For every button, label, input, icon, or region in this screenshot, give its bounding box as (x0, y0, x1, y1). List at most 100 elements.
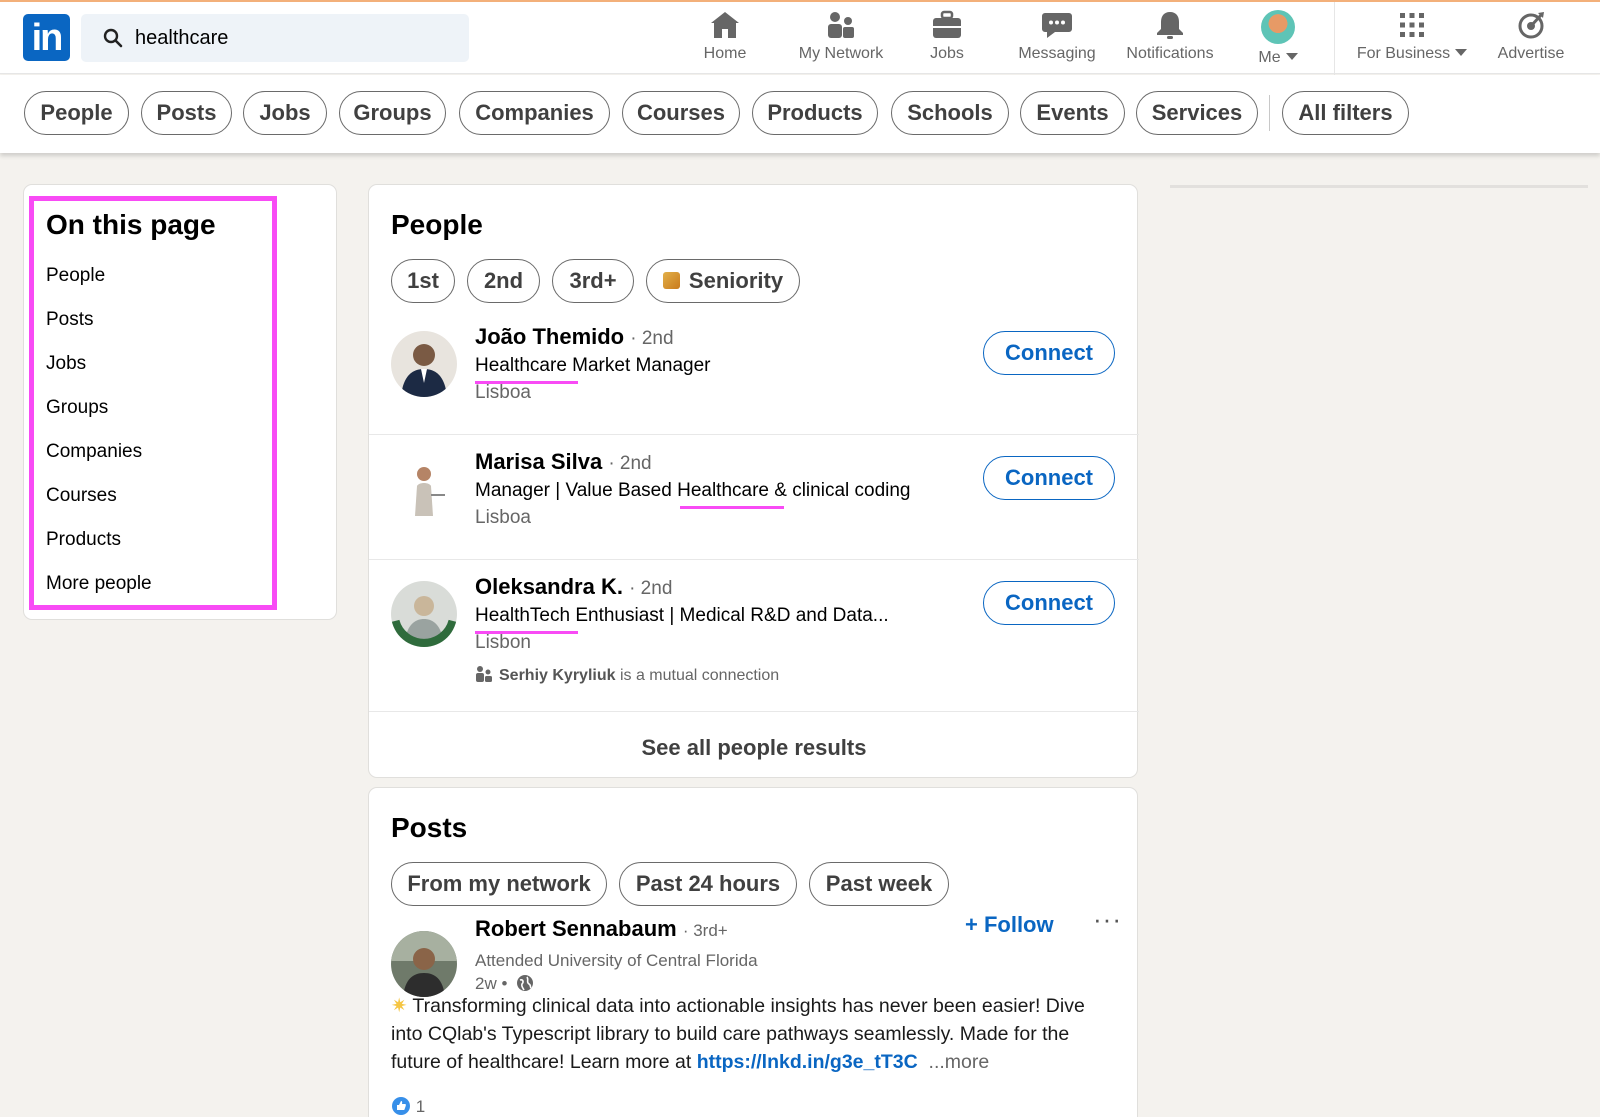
filter-posts[interactable]: Posts (141, 91, 232, 135)
post-meta: 2w • (475, 974, 534, 994)
people-results-card: People 1st 2nd 3rd+ Seniority João Themi… (368, 184, 1139, 778)
nav-messaging[interactable]: Messaging (1012, 10, 1102, 68)
bell-icon (1157, 12, 1183, 39)
person-location: Lisboa (475, 382, 531, 403)
people-filter-seniority[interactable]: Seniority (646, 259, 800, 303)
reactions-count-text: 1 (415, 1097, 426, 1116)
filter-products[interactable]: Products (752, 91, 878, 135)
connection-degree: · 2nd (608, 453, 652, 474)
nav-divider (1334, 2, 1335, 76)
chevron-down-icon (1455, 49, 1468, 56)
chevron-down-icon (1285, 53, 1298, 60)
filter-groups[interactable]: Groups (339, 91, 446, 135)
nav-advertise[interactable]: Advertise (1490, 10, 1572, 68)
connection-degree: · 2nd (630, 328, 674, 349)
filter-people[interactable]: People (24, 91, 129, 135)
post-author[interactable]: Robert Sennabaum · 3rd+ (475, 916, 728, 942)
person-avatar[interactable] (391, 456, 457, 522)
globe-icon (517, 975, 534, 991)
nav-me-label-wrap: Me (1250, 49, 1306, 67)
search-icon (103, 28, 123, 48)
advertise-icon (1518, 12, 1544, 39)
posts-filter-past-24-hours[interactable]: Past 24 hours (619, 862, 797, 906)
nav-my-network[interactable]: My Network (786, 10, 896, 68)
person-name-text: João Themido (475, 324, 625, 349)
connect-button[interactable]: Connect (983, 331, 1115, 375)
see-more-link[interactable]: ...more (929, 1051, 990, 1073)
person-location: Lisboa (475, 507, 531, 528)
mutual-connection-suffix: is a mutual connection (619, 667, 780, 684)
connect-button[interactable]: Connect (983, 581, 1115, 625)
people-filter-3rd[interactable]: 3rd+ (552, 259, 634, 303)
avatar (1261, 10, 1295, 44)
annotation-highlight-box (29, 196, 277, 610)
nav-advertise-label: Advertise (1497, 45, 1565, 62)
person-avatar[interactable] (391, 581, 457, 647)
person-name[interactable]: João Themido · 2nd (475, 324, 674, 350)
post-body: ✷ Transforming clinical data into action… (391, 992, 1117, 1076)
search-filter-bar: People Posts Jobs Groups Companies Cours… (0, 75, 1600, 153)
filter-jobs[interactable]: Jobs (243, 91, 327, 135)
posts-filter-past-week[interactable]: Past week (809, 862, 949, 906)
person-location: Lisbon (475, 632, 531, 653)
filter-all-filters[interactable]: All filters (1282, 91, 1409, 135)
connect-button[interactable]: Connect (983, 456, 1115, 500)
row-divider (369, 434, 1139, 435)
right-rail-placeholder (1170, 185, 1588, 188)
search-input[interactable] (135, 14, 455, 62)
network-icon (828, 12, 854, 38)
nav-jobs[interactable]: Jobs (912, 10, 982, 68)
posts-section-title: Posts (391, 812, 468, 843)
person-avatar[interactable] (391, 331, 457, 397)
sparkle-icon: ✷ (391, 995, 408, 1017)
mutual-connection-name: Serhiy Kyryliuk (499, 667, 616, 684)
post-menu-button[interactable]: ··· (1093, 904, 1122, 935)
nav-me[interactable]: Me (1250, 10, 1306, 68)
nav-for-business-label: For Business (1356, 45, 1451, 62)
person-name[interactable]: Oleksandra K. · 2nd (475, 574, 672, 600)
people-filter-2nd[interactable]: 2nd (467, 259, 540, 303)
post-author-name: Robert Sennabaum (475, 916, 677, 941)
connection-degree: · 3rd+ (682, 921, 728, 940)
post-author-avatar[interactable] (391, 931, 457, 997)
filter-schools[interactable]: Schools (891, 91, 1009, 135)
like-reaction-icon (392, 1097, 410, 1115)
nav-home[interactable]: Home (690, 10, 760, 68)
row-divider (369, 559, 1139, 560)
nav-jobs-label: Jobs (930, 45, 964, 62)
person-headline: HealthTech Enthusiast | Medical R&D and … (475, 605, 889, 626)
linkedin-logo[interactable]: in (23, 14, 70, 61)
people-section-title: People (391, 209, 483, 240)
filter-companies[interactable]: Companies (459, 91, 610, 135)
mutual-connection: Serhiy Kyryliuk is a mutual connection (475, 665, 779, 685)
nav-notifications-label: Notifications (1126, 45, 1214, 62)
follow-button[interactable]: + Follow (965, 912, 1054, 938)
nav-for-business[interactable]: For Business (1352, 10, 1472, 68)
person-result: Marisa Silva · 2nd Manager | Value Based… (369, 449, 1139, 566)
person-name[interactable]: Marisa Silva · 2nd (475, 449, 652, 475)
people-icon (476, 666, 492, 682)
nav-notifications[interactable]: Notifications (1118, 10, 1222, 68)
see-all-people-button[interactable]: See all people results (369, 735, 1139, 761)
post-time: 2w • (475, 974, 508, 993)
nav-messaging-label: Messaging (1018, 45, 1096, 62)
filter-courses[interactable]: Courses (622, 91, 740, 135)
person-name-text: Marisa Silva (475, 449, 603, 474)
seniority-label: Seniority (688, 268, 784, 293)
post-author-subtitle: Attended University of Central Florida (475, 951, 758, 970)
connection-degree: · 2nd (629, 578, 673, 599)
posts-filter-from-my-network[interactable]: From my network (391, 862, 607, 906)
annotation-underline (680, 506, 784, 509)
filter-events[interactable]: Events (1020, 91, 1125, 135)
person-headline: Healthcare Market Manager (475, 355, 711, 376)
filter-divider (1269, 95, 1270, 131)
briefcase-icon (933, 10, 961, 38)
nav-me-label: Me (1258, 49, 1281, 66)
people-filter-1st[interactable]: 1st (391, 259, 455, 303)
post-link[interactable]: https://lnkd.in/g3e_tT3C (697, 1051, 918, 1073)
search-box[interactable] (81, 14, 469, 62)
home-icon (711, 12, 739, 38)
person-name-text: Oleksandra K. (475, 574, 623, 599)
reactions-count[interactable]: 1 (391, 1096, 425, 1117)
filter-services[interactable]: Services (1136, 91, 1258, 135)
